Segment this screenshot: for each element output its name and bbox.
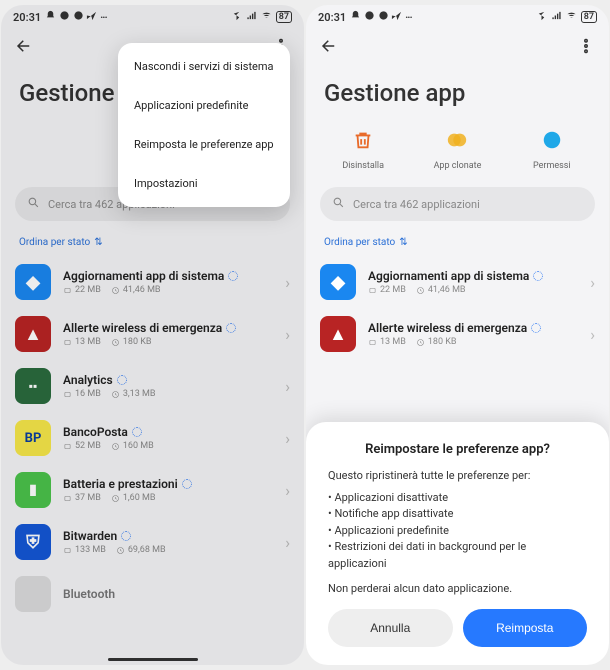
chevron-right-icon: › <box>285 325 290 344</box>
app-row[interactable]: Bluetooth <box>1 568 304 620</box>
app-row[interactable]: ▲ Allerte wireless di emergenza 13 MB 18… <box>1 308 304 360</box>
search-icon <box>27 196 40 212</box>
status-icons-left: ··· <box>350 10 412 24</box>
loading-icon <box>121 531 131 541</box>
app-row[interactable]: BP BancoPosta 52 MB 160 MB › <box>1 412 304 464</box>
app-icon-bancoposta: BP <box>25 431 42 446</box>
app-row[interactable]: ◆ Aggiornamenti app di sistema 22 MB 41,… <box>1 256 304 308</box>
reset-prefs-dialog: Reimpostare le preferenze app? Questo ri… <box>306 422 609 666</box>
app-row[interactable]: ▮ Batteria e prestazioni 37 MB 1,60 MB › <box>1 464 304 516</box>
toolbar <box>306 29 609 67</box>
app-row[interactable]: ▪▪ Analytics 16 MB 3,13 MB › <box>1 360 304 412</box>
shield-icon <box>541 129 563 155</box>
back-button[interactable] <box>15 37 33 59</box>
chevron-right-icon: › <box>285 533 290 552</box>
app-list: ◆ Aggiornamenti app di sistema 22 MB 41,… <box>1 256 304 620</box>
app-icon-battery: ▮ <box>29 482 37 498</box>
screenshot-right: 20:31 ··· 87 Gestione app <box>306 5 609 665</box>
battery-indicator: 87 <box>581 11 597 23</box>
loading-icon <box>132 427 142 437</box>
app-icon-alert: ▲ <box>329 324 347 345</box>
dialog-title: Reimpostare le preferenze app? <box>328 442 587 457</box>
back-button[interactable] <box>320 37 338 59</box>
app-icon-shield: ◆ <box>26 272 40 293</box>
loading-icon <box>228 271 238 281</box>
clone-icon <box>446 129 468 155</box>
action-clone[interactable]: App clonate <box>417 127 497 171</box>
wifi-icon <box>566 10 577 24</box>
status-time: 20:31 <box>13 11 41 24</box>
menu-reset-prefs[interactable]: Reimposta le preferenze app <box>118 125 290 164</box>
search-input[interactable]: Cerca tra 462 applicazioni <box>320 187 595 221</box>
confirm-button[interactable]: Reimposta <box>463 609 588 647</box>
more-button[interactable] <box>577 37 595 59</box>
chevron-right-icon: › <box>285 481 290 500</box>
action-permissions[interactable]: Permessi <box>512 127 592 171</box>
status-bar: 20:31 ··· 87 <box>306 5 609 29</box>
bluetooth-icon <box>536 10 547 24</box>
search-icon <box>332 196 345 212</box>
app-icon-alert: ▲ <box>24 324 42 345</box>
chevron-right-icon: › <box>285 377 290 396</box>
loading-icon <box>182 479 192 489</box>
screenshot-left: 20:31 ··· 87 Gestione a <box>1 5 304 665</box>
bluetooth-icon <box>231 10 242 24</box>
chevron-right-icon: › <box>590 273 595 292</box>
battery-indicator: 87 <box>276 11 292 23</box>
sort-control[interactable]: Ordina per stato ⇅ <box>1 235 304 256</box>
cancel-button[interactable]: Annulla <box>328 609 453 647</box>
wifi-icon <box>261 10 272 24</box>
dialog-intro: Questo ripristinerà tutte le preferenze … <box>328 469 587 482</box>
dialog-bullets: Applicazioni disattivate Notifiche app d… <box>328 490 587 573</box>
app-row[interactable]: ◆ Aggiornamenti app di sistema 22 MB 41,… <box>306 256 609 308</box>
menu-settings[interactable]: Impostazioni <box>118 164 290 203</box>
gesture-bar <box>108 658 198 661</box>
app-icon-bitwarden: ⛨ <box>26 532 40 553</box>
loading-icon <box>533 271 543 281</box>
overflow-menu: Nascondi i servizi di sistema Applicazio… <box>118 43 290 207</box>
action-row: Disinstalla App clonate Permessi <box>306 123 609 187</box>
loading-icon <box>226 323 236 333</box>
app-icon-shield: ◆ <box>331 272 345 293</box>
chevron-right-icon: › <box>285 273 290 292</box>
app-list: ◆ Aggiornamenti app di sistema 22 MB 41,… <box>306 256 609 360</box>
app-icon-android: ▪▪ <box>29 379 38 393</box>
loading-icon <box>531 323 541 333</box>
sort-icon: ⇅ <box>94 237 102 248</box>
status-time: 20:31 <box>318 11 346 24</box>
search-placeholder: Cerca tra 462 applicazioni <box>353 198 480 211</box>
signal-icon <box>246 10 257 24</box>
chevron-right-icon: › <box>590 325 595 344</box>
app-row[interactable]: ⛨ Bitwarden 133 MB 69,68 MB › <box>1 516 304 568</box>
chevron-right-icon: › <box>285 429 290 448</box>
signal-icon <box>551 10 562 24</box>
loading-icon <box>117 375 127 385</box>
menu-default-apps[interactable]: Applicazioni predefinite <box>118 86 290 125</box>
app-row[interactable]: ▲ Allerte wireless di emergenza 13 MB 18… <box>306 308 609 360</box>
menu-hide-system[interactable]: Nascondi i servizi di sistema <box>118 47 290 86</box>
action-uninstall[interactable]: Disinstalla <box>323 127 403 171</box>
dialog-note: Non perderai alcun dato applicazione. <box>328 582 587 595</box>
sort-icon: ⇅ <box>399 237 407 248</box>
trash-icon <box>352 129 374 155</box>
status-bar: 20:31 ··· 87 <box>1 5 304 29</box>
sort-control[interactable]: Ordina per stato ⇅ <box>306 235 609 256</box>
page-title: Gestione app <box>306 67 609 123</box>
status-icons-left: ··· <box>45 10 107 24</box>
